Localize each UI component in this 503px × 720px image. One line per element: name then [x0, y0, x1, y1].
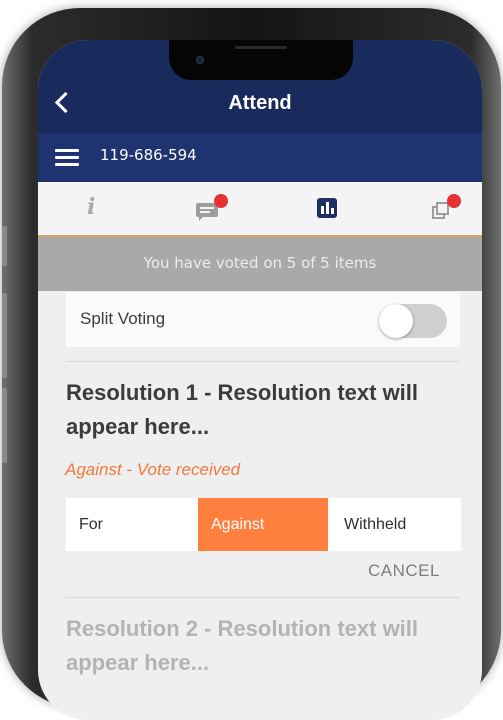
- vote-progress-text: You have voted on 5 of 5 items: [143, 254, 377, 272]
- volume-down-button: [2, 388, 7, 463]
- section-tab-bar: i: [38, 182, 482, 237]
- resolution-2-title: Resolution 2 - Resolution text will appe…: [66, 616, 419, 675]
- vote-against-button[interactable]: Against: [198, 498, 328, 551]
- phone-screen: Attend 119-686-594 i You have voted on 5…: [38, 40, 482, 720]
- divider: [66, 597, 460, 598]
- chat-notification-badge: [214, 194, 228, 208]
- vote-progress-banner: You have voted on 5 of 5 items: [38, 237, 482, 291]
- front-camera: [196, 56, 204, 64]
- resolution-1-vote-options: For Against Withheld: [66, 498, 461, 551]
- notch: [169, 40, 353, 80]
- meeting-id: 119-686-594: [100, 146, 197, 164]
- speaker-grille: [235, 46, 287, 49]
- vote-for-button[interactable]: For: [66, 498, 198, 551]
- silent-switch: [2, 226, 7, 266]
- resolution-1-status: Against - Vote received: [65, 460, 241, 479]
- documents-icon: [432, 202, 449, 219]
- hamburger-menu-icon[interactable]: [55, 149, 79, 167]
- phone-frame: Attend 119-686-594 i You have voted on 5…: [2, 8, 501, 720]
- tab-documents[interactable]: [416, 182, 476, 235]
- vote-withheld-button[interactable]: Withheld: [331, 498, 461, 551]
- poll-icon: [317, 198, 337, 218]
- meeting-bar: 119-686-594: [38, 133, 482, 182]
- tab-chat[interactable]: [186, 182, 246, 235]
- tab-poll[interactable]: [301, 182, 361, 235]
- split-voting-label: Split Voting: [80, 309, 166, 328]
- split-voting-row: Split Voting: [66, 292, 460, 347]
- page-title: Attend: [228, 92, 292, 114]
- info-icon: i: [87, 194, 96, 220]
- divider: [66, 361, 460, 362]
- documents-notification-badge: [447, 194, 461, 208]
- resolution-1-title: Resolution 1 - Resolution text will appe…: [66, 380, 419, 439]
- toggle-knob: [379, 304, 413, 338]
- split-voting-toggle[interactable]: [379, 304, 447, 338]
- cancel-vote-button[interactable]: CANCEL: [368, 561, 440, 581]
- tab-info[interactable]: i: [69, 182, 129, 235]
- volume-up-button: [2, 293, 7, 378]
